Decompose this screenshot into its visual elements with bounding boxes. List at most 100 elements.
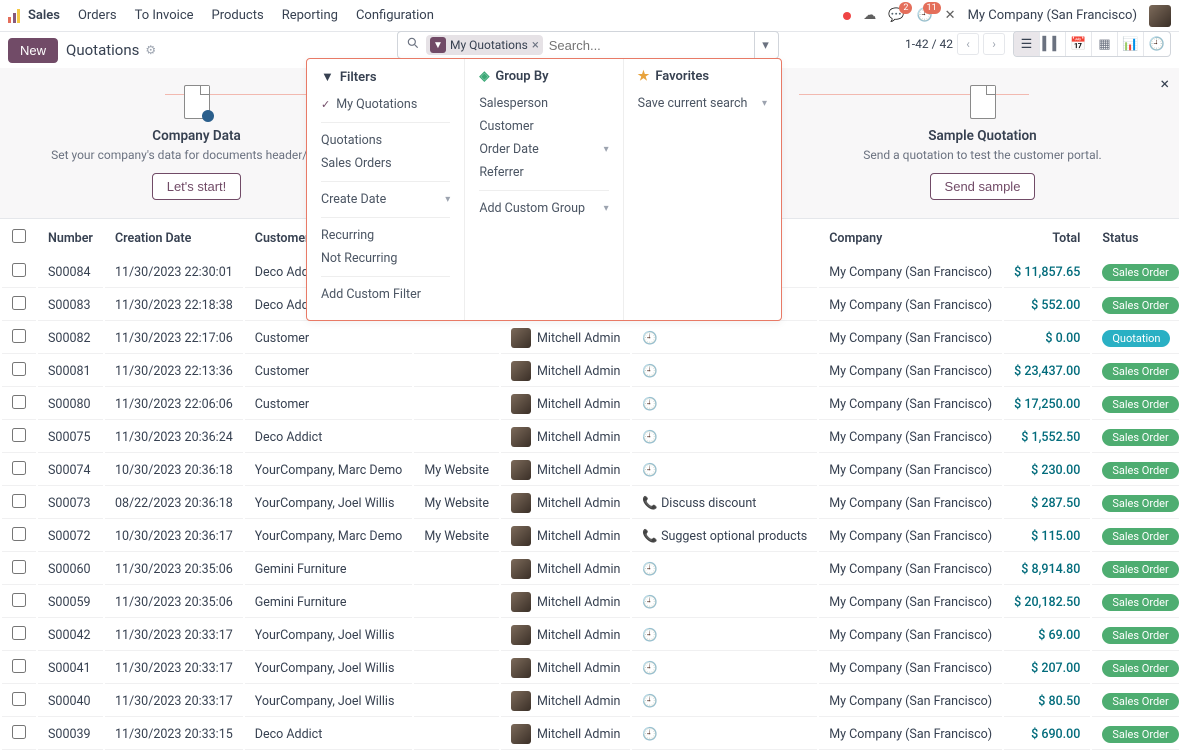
table-row[interactable]: S0007511/30/2023 20:36:24Deco AddictMitc… (2, 422, 1179, 453)
clock-icon[interactable]: 🕘 (642, 331, 658, 346)
banner-button-3[interactable]: Send sample (930, 173, 1036, 200)
nav-reporting[interactable]: Reporting (282, 8, 338, 23)
clock-icon[interactable]: 🕘 (642, 364, 658, 379)
select-all-checkbox[interactable] (12, 229, 26, 243)
chip-remove-icon[interactable]: × (532, 38, 539, 53)
view-graph-icon[interactable]: 📊 (1118, 32, 1144, 56)
row-checkbox[interactable] (12, 626, 26, 640)
col-company[interactable]: Company (819, 221, 1002, 255)
search-options-toggle[interactable]: ▾ (754, 32, 776, 58)
table-row[interactable]: S0004211/30/2023 20:33:17YourCompany, Jo… (2, 620, 1179, 651)
filter-my-quotations[interactable]: My Quotations (321, 93, 450, 116)
cell-date: 11/30/2023 20:36:24 (105, 422, 243, 453)
view-list-icon[interactable]: ☰ (1014, 32, 1040, 56)
filter-sales-orders[interactable]: Sales Orders (321, 152, 450, 175)
banner-close-icon[interactable]: × (1160, 74, 1169, 93)
row-checkbox[interactable] (12, 494, 26, 508)
col-creation-date[interactable]: Creation Date (105, 221, 243, 255)
row-checkbox[interactable] (12, 428, 26, 442)
row-checkbox[interactable] (12, 659, 26, 673)
gear-icon[interactable]: ⚙ (145, 43, 156, 57)
view-kanban-icon[interactable]: ▍▍ (1040, 32, 1066, 56)
search-input[interactable] (543, 38, 754, 53)
clock-icon[interactable]: 🕘 (642, 397, 658, 412)
pager-next-button[interactable]: › (983, 33, 1005, 55)
clock-icon[interactable]: 🕘 (642, 463, 658, 478)
table-row[interactable]: S0003911/30/2023 20:33:15Deco AddictMitc… (2, 719, 1179, 750)
group-customer[interactable]: Customer (479, 115, 608, 138)
app-logo[interactable] (8, 9, 20, 23)
search-filter-chip[interactable]: ▼ My Quotations × (426, 35, 543, 55)
cell-activity: 🕘 (632, 719, 817, 750)
row-checkbox[interactable] (12, 395, 26, 409)
clock-icon[interactable]: 🕘 (642, 628, 658, 643)
cell-number: S00060 (38, 554, 103, 585)
row-checkbox[interactable] (12, 362, 26, 376)
table-row[interactable]: S0007210/30/2023 20:36:17YourCompany, Ma… (2, 521, 1179, 552)
row-checkbox[interactable] (12, 296, 26, 310)
table-row[interactable]: S0004011/30/2023 20:33:17YourCompany, Jo… (2, 686, 1179, 717)
row-checkbox[interactable] (12, 560, 26, 574)
filter-quotations[interactable]: Quotations (321, 129, 450, 152)
nav-orders[interactable]: Orders (78, 8, 117, 23)
messages-icon[interactable]: 💬2 (888, 8, 904, 23)
pager-prev-button[interactable]: ‹ (957, 33, 979, 55)
search-icon[interactable] (400, 36, 426, 54)
cell-activity: 🕘 (632, 323, 817, 354)
nav-configuration[interactable]: Configuration (356, 8, 434, 23)
group-salesperson[interactable]: Salesperson (479, 92, 608, 115)
favorite-save-search[interactable]: Save current search▾ (638, 92, 767, 115)
clock-icon[interactable]: 🕘 (642, 562, 658, 577)
cell-salesperson: Mitchell Admin (511, 724, 620, 744)
filter-icon: ▼ (321, 69, 334, 85)
clock-icon[interactable]: 🕘 (642, 694, 658, 709)
table-row[interactable]: S0007410/30/2023 20:36:18YourCompany, Ma… (2, 455, 1179, 486)
tools-icon[interactable]: ✕ (945, 8, 956, 23)
phone-icon[interactable]: 📞 (642, 496, 658, 511)
clock-icon[interactable]: 🕘 (642, 595, 658, 610)
clock-icon[interactable]: 🕘 (642, 430, 658, 445)
group-referrer[interactable]: Referrer (479, 161, 608, 184)
row-checkbox[interactable] (12, 461, 26, 475)
table-row[interactable]: S0008011/30/2023 22:06:06CustomerMitchel… (2, 389, 1179, 420)
nav-sales[interactable]: Sales (28, 8, 60, 23)
tray-icon[interactable]: ☁ (863, 8, 876, 23)
row-checkbox[interactable] (12, 593, 26, 607)
table-row[interactable]: S0008111/30/2023 22:13:36CustomerMitchel… (2, 356, 1179, 387)
nav-products[interactable]: Products (212, 8, 264, 23)
user-avatar[interactable] (1149, 5, 1171, 27)
row-checkbox[interactable] (12, 692, 26, 706)
company-switcher[interactable]: My Company (San Francisco) (968, 8, 1137, 23)
col-total[interactable]: Total (1004, 221, 1090, 255)
filter-create-date[interactable]: Create Date▾ (321, 188, 450, 211)
filter-not-recurring[interactable]: Not Recurring (321, 247, 450, 270)
table-row[interactable]: S0006011/30/2023 20:35:06Gemini Furnitur… (2, 554, 1179, 585)
phone-icon[interactable]: 📞 (642, 529, 658, 544)
row-checkbox[interactable] (12, 725, 26, 739)
activities-icon[interactable]: 🕘11 (916, 8, 932, 23)
filter-add-custom[interactable]: Add Custom Filter (321, 283, 450, 306)
cell-customer: Customer (245, 389, 413, 420)
clock-icon[interactable]: 🕘 (642, 727, 658, 742)
group-add-custom[interactable]: Add Custom Group▾ (479, 197, 608, 220)
table-row[interactable]: S0008211/30/2023 22:17:06CustomerMitchel… (2, 323, 1179, 354)
view-activity-icon[interactable]: 🕘 (1144, 32, 1170, 56)
cell-date: 11/30/2023 22:30:01 (105, 257, 243, 288)
group-order-date[interactable]: Order Date▾ (479, 138, 608, 161)
filter-recurring[interactable]: Recurring (321, 224, 450, 247)
table-row[interactable]: S0005911/30/2023 20:35:06Gemini Furnitur… (2, 587, 1179, 618)
table-row[interactable]: S0007308/22/2023 20:36:18YourCompany, Jo… (2, 488, 1179, 519)
cell-total: $ 17,250.00 (1014, 397, 1080, 412)
view-calendar-icon[interactable]: 📅 (1066, 32, 1092, 56)
banner-button-1[interactable]: Let's start! (152, 173, 242, 200)
col-number[interactable]: Number (38, 221, 103, 255)
row-checkbox[interactable] (12, 527, 26, 541)
row-checkbox[interactable] (12, 263, 26, 277)
col-status[interactable]: Status (1092, 221, 1179, 255)
table-row[interactable]: S0004111/30/2023 20:33:17YourCompany, Jo… (2, 653, 1179, 684)
nav-to-invoice[interactable]: To Invoice (135, 8, 194, 23)
new-button[interactable]: New (8, 38, 58, 63)
row-checkbox[interactable] (12, 329, 26, 343)
clock-icon[interactable]: 🕘 (642, 661, 658, 676)
view-pivot-icon[interactable]: ▦ (1092, 32, 1118, 56)
